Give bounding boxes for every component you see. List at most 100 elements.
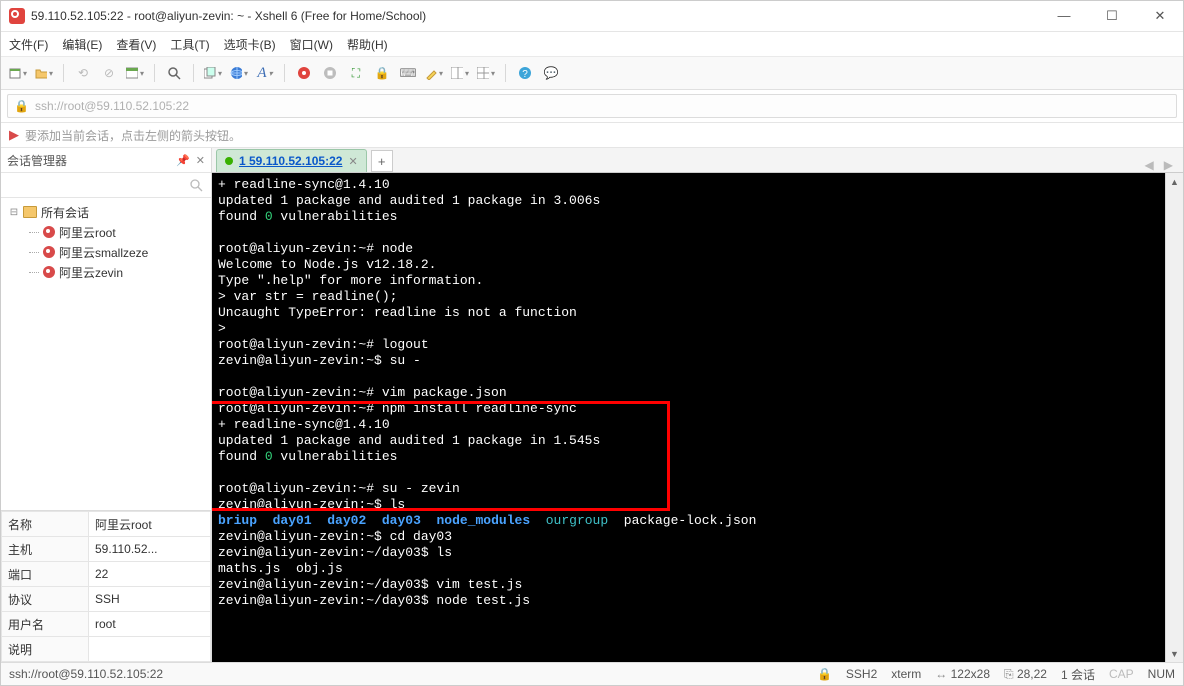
session-manager: 会话管理器 📌 ✕ ⊟ 所有会话 阿里云root 阿里云smallzeze 阿里… [1, 148, 212, 662]
fullscreen-button[interactable]: ⛶ [347, 64, 365, 82]
session-icon [43, 246, 55, 258]
reconnect-button[interactable]: ⟲ [74, 64, 92, 82]
session-icon [43, 266, 55, 278]
scroll-up-icon[interactable]: ▲ [1166, 173, 1183, 190]
new-session-button[interactable] [9, 64, 27, 82]
menu-view[interactable]: 查看(V) [116, 36, 156, 53]
prop-name-label: 名称 [2, 512, 89, 537]
lock-icon: 🔒 [14, 99, 29, 113]
copy-button[interactable] [204, 64, 222, 82]
scroll-down-icon[interactable]: ▼ [1166, 645, 1183, 662]
terminal[interactable]: + readline-sync@1.4.10 updated 1 package… [212, 173, 1165, 662]
tree-line [29, 272, 39, 273]
toolbar-separator [505, 64, 506, 82]
terminal-wrap: + readline-sync@1.4.10 updated 1 package… [212, 173, 1183, 662]
tab-next-icon[interactable]: ▶ [1164, 158, 1173, 172]
session-search[interactable] [1, 173, 211, 198]
tab-nav: ◀ ▶ [1145, 158, 1177, 172]
tree-item-label: 阿里云zevin [59, 264, 123, 281]
main-area: 1 59.110.52.105:22 ✕ + ◀ ▶ + readline-sy… [212, 148, 1183, 662]
font-button[interactable]: A [256, 64, 274, 82]
status-ssh: SSH2 [846, 667, 877, 681]
session-tree: ⊟ 所有会话 阿里云root 阿里云smallzeze 阿里云zevin [1, 198, 211, 510]
recent-button[interactable] [126, 64, 144, 82]
tab-bar: 1 59.110.52.105:22 ✕ + ◀ ▶ [212, 148, 1183, 173]
hint-text: 要添加当前会话，点击左侧的箭头按钮。 [25, 127, 241, 144]
menu-tools[interactable]: 工具(T) [170, 36, 209, 53]
title-bar: 59.110.52.105:22 - root@aliyun-zevin: ~ … [1, 1, 1183, 32]
search-button[interactable] [165, 64, 183, 82]
middle-row: 会话管理器 📌 ✕ ⊟ 所有会话 阿里云root 阿里云smallzeze 阿里… [1, 148, 1183, 662]
toolbar: ⟲ ⊘ A ⛶ 🔒 ⌨ ? 💬 [1, 56, 1183, 90]
session-tab[interactable]: 1 59.110.52.105:22 ✕ [216, 149, 367, 172]
prop-user-value: root [89, 612, 211, 637]
menu-tabs[interactable]: 选项卡(B) [224, 36, 276, 53]
tree-item[interactable]: 阿里云root [5, 222, 207, 242]
tab-close-icon[interactable]: ✕ [348, 155, 357, 168]
tree-line [29, 232, 39, 233]
close-panel-icon[interactable]: ✕ [196, 154, 205, 167]
help-button[interactable]: ? [516, 64, 534, 82]
prop-port-value: 22 [89, 562, 211, 587]
collapse-icon[interactable]: ⊟ [9, 207, 19, 218]
prop-desc-label: 说明 [2, 637, 89, 662]
session-properties: 名称阿里云root 主机59.110.52... 端口22 协议SSH 用户名r… [1, 510, 211, 662]
flag-icon: ▶ [9, 127, 19, 143]
menu-file[interactable]: 文件(F) [9, 36, 48, 53]
prop-desc-value [89, 637, 211, 662]
maximize-button[interactable]: ☐ [1097, 8, 1127, 24]
toolbar-separator [193, 64, 194, 82]
tree-item[interactable]: 阿里云zevin [5, 262, 207, 282]
address-bar: 🔒 ssh://root@59.110.52.105:22 [1, 90, 1183, 123]
prop-user-label: 用户名 [2, 612, 89, 637]
web-button[interactable] [230, 64, 248, 82]
panes-button[interactable] [477, 64, 495, 82]
menu-bar: 文件(F) 编辑(E) 查看(V) 工具(T) 选项卡(B) 窗口(W) 帮助(… [1, 32, 1183, 56]
terminal-scrollbar[interactable]: ▲ ▼ [1165, 173, 1183, 662]
tree-line [29, 252, 39, 253]
hint-bar: ▶ 要添加当前会话，点击左侧的箭头按钮。 [1, 123, 1183, 148]
app-icon [9, 8, 25, 24]
record-button[interactable] [295, 64, 313, 82]
open-button[interactable] [35, 64, 53, 82]
disconnect-button[interactable]: ⊘ [100, 64, 118, 82]
app-window: 59.110.52.105:22 - root@aliyun-zevin: ~ … [0, 0, 1184, 686]
tree-root-label: 所有会话 [41, 204, 89, 221]
status-term: xterm [891, 667, 921, 681]
tab-prev-icon[interactable]: ◀ [1145, 158, 1154, 172]
status-url: ssh://root@59.110.52.105:22 [9, 667, 163, 681]
highlight-button[interactable] [425, 64, 443, 82]
tree-item-label: 阿里云root [59, 224, 116, 241]
tree-root[interactable]: ⊟ 所有会话 [5, 202, 207, 222]
toolbar-separator [63, 64, 64, 82]
tab-label: 1 59.110.52.105:22 [239, 154, 342, 168]
menu-help[interactable]: 帮助(H) [347, 36, 388, 53]
panel-controls: 📌 ✕ [176, 154, 205, 167]
search-icon [190, 179, 203, 192]
menu-window[interactable]: 窗口(W) [290, 36, 333, 53]
chat-button[interactable]: 💬 [542, 64, 560, 82]
prop-port-label: 端口 [2, 562, 89, 587]
keyboard-button[interactable]: ⌨ [399, 64, 417, 82]
stop-record-button[interactable] [321, 64, 339, 82]
toolbar-separator [154, 64, 155, 82]
status-num: NUM [1148, 667, 1175, 681]
session-manager-header: 会话管理器 📌 ✕ [1, 148, 211, 173]
tree-item[interactable]: 阿里云smallzeze [5, 242, 207, 262]
minimize-button[interactable]: — [1049, 8, 1079, 24]
scroll-track[interactable] [1166, 190, 1183, 645]
lock-button[interactable]: 🔒 [373, 64, 391, 82]
status-cap: CAP [1109, 667, 1134, 681]
menu-edit[interactable]: 编辑(E) [62, 36, 102, 53]
address-input[interactable]: 🔒 ssh://root@59.110.52.105:22 [7, 94, 1177, 118]
prop-host-value: 59.110.52... [89, 537, 211, 562]
pin-icon[interactable]: 📌 [176, 154, 190, 167]
layout-button[interactable] [451, 64, 469, 82]
add-tab-button[interactable]: + [371, 150, 393, 172]
session-manager-title: 会话管理器 [7, 152, 67, 169]
prop-proto-label: 协议 [2, 587, 89, 612]
status-size: ↔ 122x28 [935, 667, 990, 681]
close-button[interactable]: ✕ [1145, 8, 1175, 24]
tree-item-label: 阿里云smallzeze [59, 244, 148, 261]
lock-icon: 🔒 [817, 667, 832, 681]
